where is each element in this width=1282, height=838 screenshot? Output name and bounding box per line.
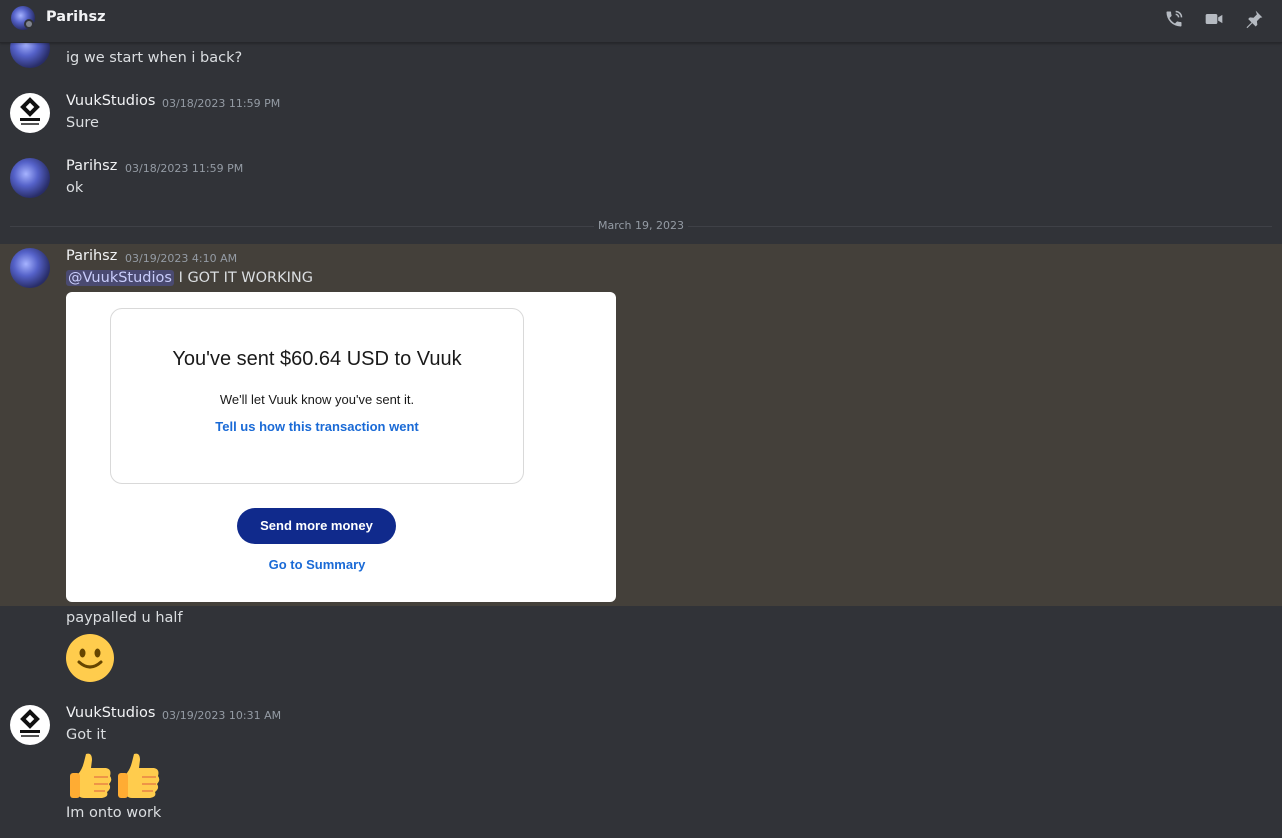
go-to-summary-link[interactable]: Go to Summary — [110, 557, 524, 572]
author-name[interactable]: Parihsz — [66, 248, 117, 264]
message-text: Sure — [66, 115, 99, 131]
channel-title: Parihsz — [46, 9, 106, 25]
slightly-smiling-face-icon[interactable] — [66, 634, 114, 682]
avatar[interactable] — [10, 93, 50, 133]
date-divider: March 19, 2023 — [0, 219, 1282, 232]
message-timestamp: 03/18/2023 11:59 PM — [162, 97, 281, 110]
author-name[interactable]: VuukStudios — [66, 705, 155, 721]
author-name[interactable]: VuukStudios — [66, 93, 155, 109]
author-name[interactable]: Parihsz — [66, 158, 117, 174]
message-text: Got it — [66, 727, 107, 743]
message-text: paypalled u half — [66, 610, 183, 626]
avatar[interactable] — [10, 705, 50, 745]
message-text: ig we start when i back? — [66, 50, 243, 66]
user-mention[interactable]: @VuukStudios — [66, 270, 174, 286]
payment-headline: You've sent $60.64 USD to Vuuk — [172, 348, 462, 370]
message-text: Im onto work — [66, 805, 162, 821]
message-body: I GOT IT WORKING — [178, 270, 313, 286]
vuukstudios-logo-icon — [20, 97, 40, 125]
message-timestamp: 03/19/2023 4:10 AM — [125, 252, 238, 265]
message-text: @VuukStudios I GOT IT WORKING — [66, 270, 313, 286]
video-call-icon[interactable] — [1202, 9, 1226, 29]
vuukstudios-logo-icon — [20, 709, 40, 737]
send-more-money-button[interactable]: Send more money — [237, 508, 396, 544]
message-timestamp: 03/18/2023 11:59 PM — [125, 162, 244, 175]
thumbs-up-icon[interactable] — [66, 750, 114, 800]
pin-icon[interactable] — [1242, 9, 1266, 29]
message-feed: ig we start when i back? VuukStudios 03/… — [0, 0, 1282, 838]
avatar[interactable] — [10, 158, 50, 198]
avatar[interactable] — [10, 248, 50, 288]
feedback-link[interactable]: Tell us how this transaction went — [110, 419, 524, 434]
status-indicator — [24, 19, 34, 29]
thumbs-up-icon[interactable] — [114, 750, 162, 800]
image-attachment[interactable]: You've sent $60.64 USD to Vuuk We'll let… — [66, 292, 616, 602]
voice-call-icon[interactable] — [1162, 9, 1186, 29]
message-timestamp: 03/19/2023 10:31 AM — [162, 709, 282, 722]
payment-subtext: We'll let Vuuk know you've sent it. — [219, 392, 415, 407]
message-text: ok — [66, 180, 84, 196]
channel-header: Parihsz — [0, 0, 1282, 43]
